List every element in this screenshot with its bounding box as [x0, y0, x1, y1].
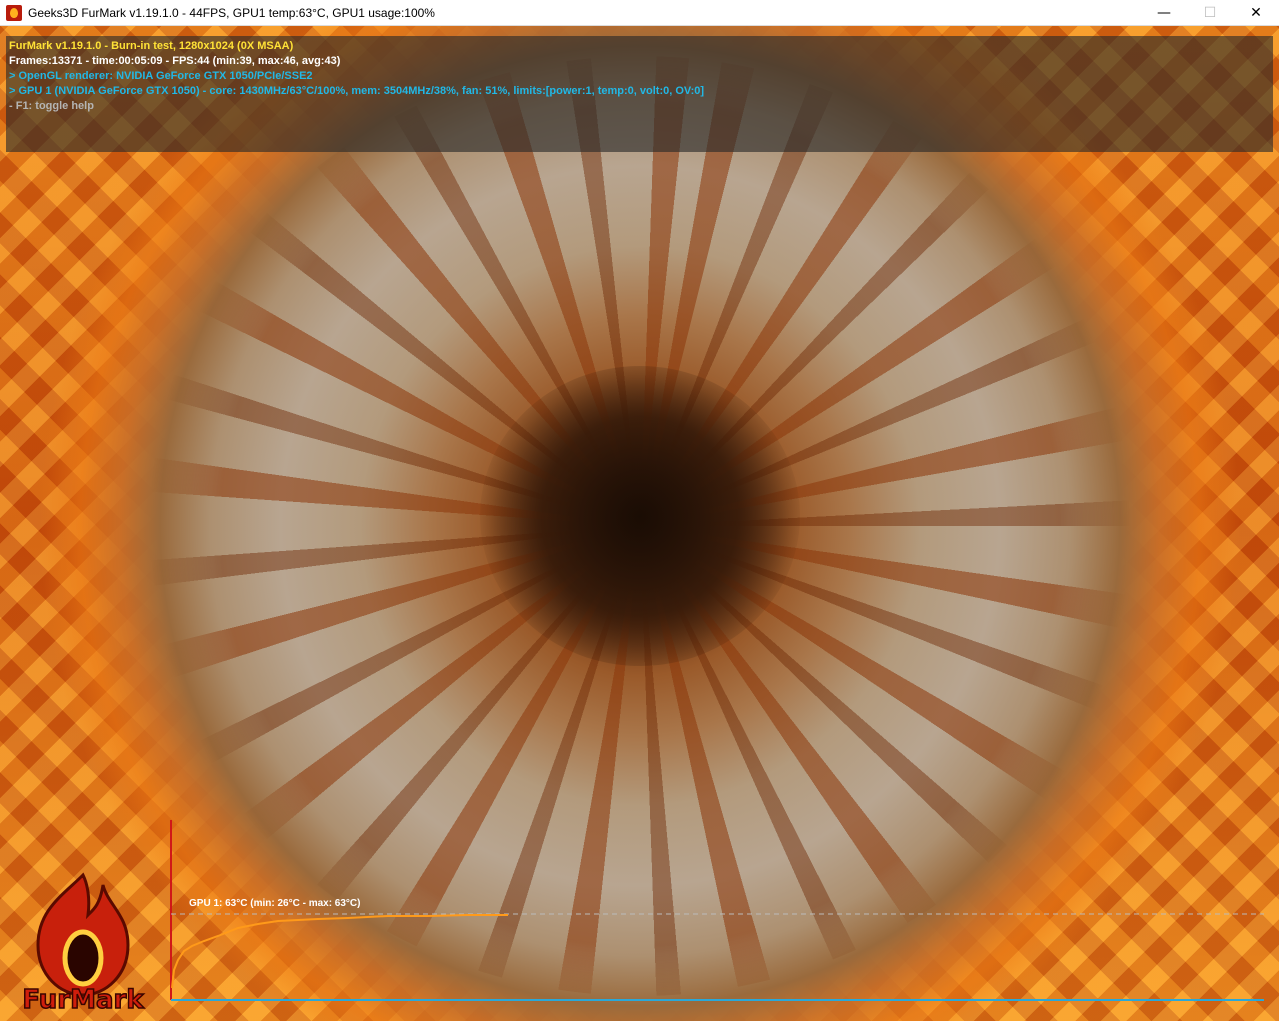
- overlay-gpu-line: > GPU 1 (NVIDIA GeForce GTX 1050) - core…: [9, 85, 705, 97]
- furmark-flame-logo: FurMark: [8, 870, 158, 1016]
- window-controls: — ☐ ✕: [1141, 0, 1279, 26]
- overlay-renderer-line: > OpenGL renderer: NVIDIA GeForce GTX 10…: [9, 70, 313, 82]
- fur-center-shadow: [480, 366, 800, 666]
- title-bar: Geeks3D FurMark v1.19.1.0 - 44FPS, GPU1 …: [0, 0, 1279, 26]
- flame-logo-icon: FurMark: [22, 872, 145, 1016]
- temperature-graph-svg: [170, 820, 1264, 1001]
- logo-text: FurMark: [22, 985, 144, 1015]
- temperature-label: GPU 1: 63°C (min: 26°C - max: 63°C): [189, 898, 361, 909]
- info-overlay-panel: FurMark v1.19.1.0 - Burn-in test, 1280x1…: [6, 36, 1273, 152]
- furmark-app-icon: [6, 4, 22, 21]
- overlay-frames-line: Frames:13371 - time:00:05:09 - FPS:44 (m…: [9, 55, 341, 67]
- maximize-button[interactable]: ☐: [1187, 0, 1233, 26]
- overlay-version-line: FurMark v1.19.1.0 - Burn-in test, 1280x1…: [9, 40, 294, 52]
- close-button[interactable]: ✕: [1233, 0, 1279, 26]
- minimize-button[interactable]: —: [1141, 0, 1187, 26]
- window-title: Geeks3D FurMark v1.19.1.0 - 44FPS, GPU1 …: [28, 5, 435, 20]
- temperature-graph: GPU 1: 63°C (min: 26°C - max: 63°C): [168, 820, 1268, 1005]
- temperature-line: [171, 914, 508, 989]
- overlay-help-line: - F1: toggle help: [9, 100, 94, 112]
